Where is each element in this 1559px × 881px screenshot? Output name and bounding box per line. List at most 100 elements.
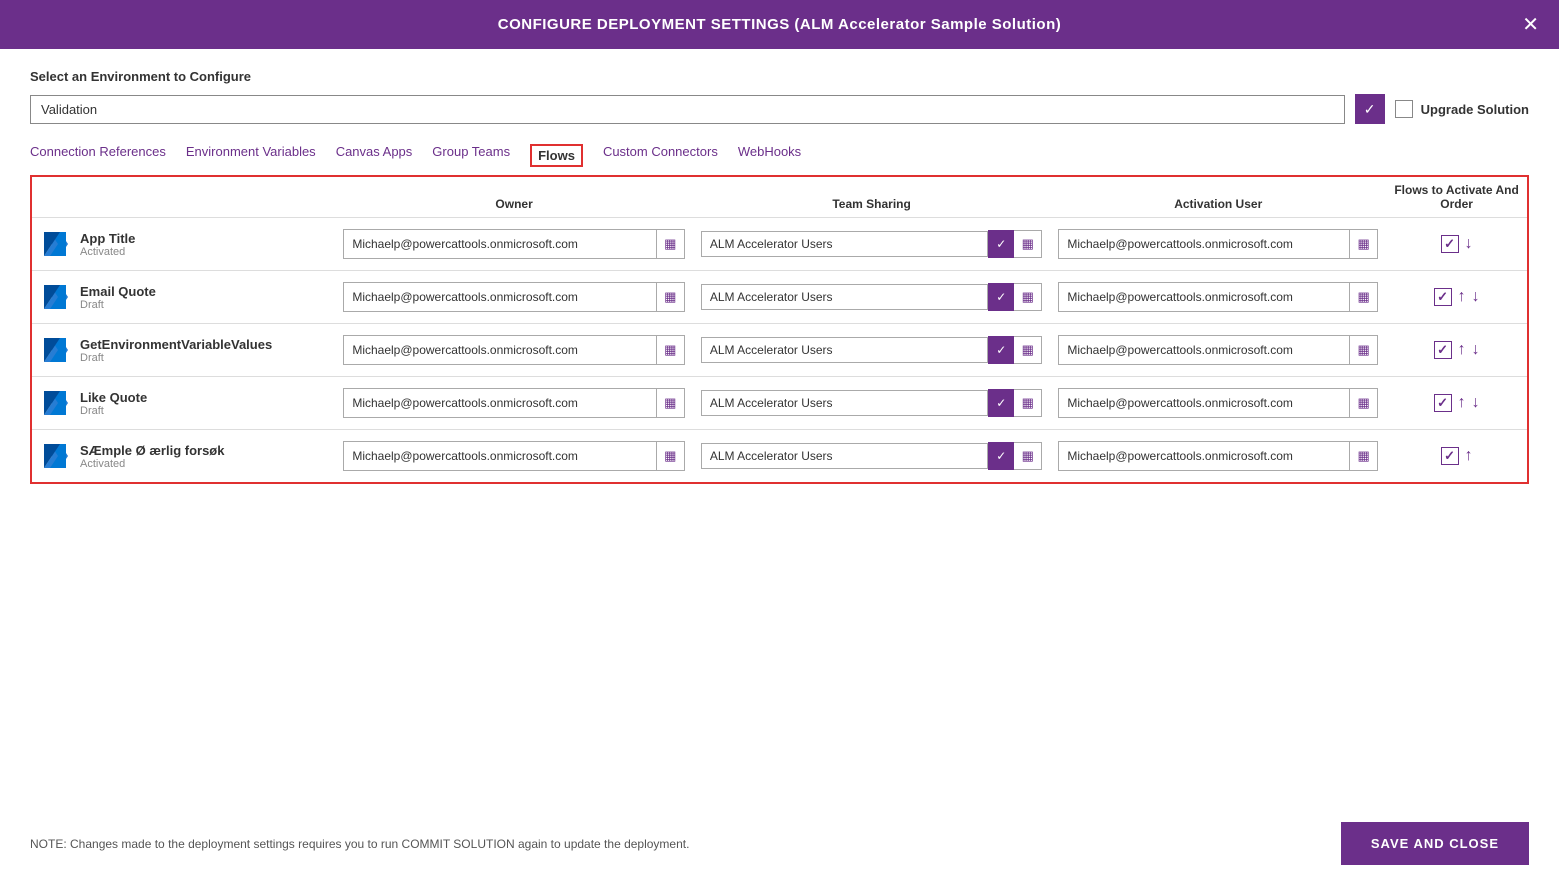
owner-input-wrap: ▦: [343, 229, 685, 259]
env-select-row: Validation ✓ Upgrade Solution: [30, 94, 1529, 124]
activation-user-input[interactable]: [1059, 232, 1349, 256]
team-copy-btn[interactable]: ▦: [1014, 442, 1042, 470]
col-header-activate-order: Flows to Activate And Order: [1386, 177, 1527, 218]
activation-copy-btn[interactable]: ▦: [1349, 283, 1377, 311]
tab-environment-variables[interactable]: Environment Variables: [186, 144, 316, 167]
move-up-btn[interactable]: ↑: [1465, 448, 1473, 464]
team-select[interactable]: ALM Accelerator Users: [701, 231, 989, 257]
activation-copy-btn[interactable]: ▦: [1349, 336, 1377, 364]
move-up-btn[interactable]: ↑: [1458, 289, 1466, 305]
activation-input-wrap: ▦: [1058, 229, 1378, 259]
tab-flows[interactable]: Flows: [530, 144, 583, 167]
activate-checkbox[interactable]: [1441, 447, 1459, 465]
team-sharing-cell: ALM Accelerator Users ✓ ▦: [693, 377, 1051, 430]
owner-copy-btn[interactable]: ▦: [656, 230, 684, 258]
activate-checkbox[interactable]: [1434, 341, 1452, 359]
team-select-arrow[interactable]: ✓: [988, 442, 1014, 470]
team-select[interactable]: ALM Accelerator Users: [701, 390, 989, 416]
team-select-arrow[interactable]: ✓: [988, 283, 1014, 311]
flow-name: GetEnvironmentVariableValues: [80, 337, 272, 352]
team-sharing-cell: ALM Accelerator Users ✓ ▦: [693, 324, 1051, 377]
flow-status: Activated: [80, 458, 224, 470]
tabs-row: Connection References Environment Variab…: [30, 144, 1529, 167]
flow-name-cell: Like Quote Draft: [32, 377, 335, 430]
table-row: Email Quote Draft ▦ ALM Accelerator User…: [32, 271, 1527, 324]
col-header-activation: Activation User: [1050, 177, 1386, 218]
owner-cell: ▦: [335, 377, 693, 430]
flow-name-cell: GetEnvironmentVariableValues Draft: [32, 324, 335, 377]
team-select[interactable]: ALM Accelerator Users: [701, 284, 989, 310]
team-select-arrow[interactable]: ✓: [988, 389, 1014, 417]
owner-cell: ▦: [335, 324, 693, 377]
team-select-arrow[interactable]: ✓: [988, 336, 1014, 364]
move-down-btn[interactable]: ↓: [1472, 395, 1480, 411]
team-copy-btn[interactable]: ▦: [1014, 230, 1042, 258]
team-select-value: ALM Accelerator Users: [710, 343, 833, 357]
activation-copy-btn[interactable]: ▦: [1349, 230, 1377, 258]
activation-user-cell: ▦: [1050, 430, 1386, 483]
move-down-btn[interactable]: ↓: [1472, 342, 1480, 358]
activation-user-cell: ▦: [1050, 324, 1386, 377]
table-row: SÆmple Ø ærlig forsøk Activated ▦ ALM Ac…: [32, 430, 1527, 483]
save-close-button[interactable]: SAVE AND CLOSE: [1341, 822, 1529, 865]
tab-webhooks[interactable]: WebHooks: [738, 144, 801, 167]
team-copy-btn[interactable]: ▦: [1014, 283, 1042, 311]
upgrade-solution-wrap: Upgrade Solution: [1395, 100, 1529, 118]
env-dropdown-arrow[interactable]: ✓: [1355, 94, 1385, 124]
activation-copy-btn[interactable]: ▦: [1349, 442, 1377, 470]
flow-name-cell: App Title Activated: [32, 218, 335, 271]
owner-copy-btn[interactable]: ▦: [656, 283, 684, 311]
team-sharing-cell: ALM Accelerator Users ✓ ▦: [693, 218, 1051, 271]
activate-checkbox[interactable]: [1434, 394, 1452, 412]
flow-name: Like Quote: [80, 390, 147, 405]
move-up-btn[interactable]: ↑: [1458, 395, 1466, 411]
environment-dropdown[interactable]: Validation: [30, 95, 1345, 124]
team-copy-btn[interactable]: ▦: [1014, 336, 1042, 364]
close-button[interactable]: ✕: [1522, 15, 1539, 35]
table-row: GetEnvironmentVariableValues Draft ▦ ALM…: [32, 324, 1527, 377]
footer-area: NOTE: Changes made to the deployment set…: [0, 806, 1559, 881]
team-select-value: ALM Accelerator Users: [710, 449, 833, 463]
owner-input[interactable]: [344, 285, 656, 309]
owner-copy-btn[interactable]: ▦: [656, 336, 684, 364]
tab-connection-references[interactable]: Connection References: [30, 144, 166, 167]
activation-user-input[interactable]: [1059, 338, 1349, 362]
move-down-btn[interactable]: ↓: [1465, 236, 1473, 252]
col-header-name: [32, 177, 335, 218]
flow-icon: [40, 334, 72, 366]
owner-input[interactable]: [344, 391, 656, 415]
owner-input[interactable]: [344, 232, 656, 256]
flow-icon: [40, 281, 72, 313]
tab-canvas-apps[interactable]: Canvas Apps: [336, 144, 413, 167]
activate-checkbox[interactable]: [1441, 235, 1459, 253]
move-down-btn[interactable]: ↓: [1472, 289, 1480, 305]
move-up-btn[interactable]: ↑: [1458, 342, 1466, 358]
activation-copy-btn[interactable]: ▦: [1349, 389, 1377, 417]
owner-cell: ▦: [335, 271, 693, 324]
order-cell: ↑ ↓: [1386, 324, 1527, 377]
activation-user-input[interactable]: [1059, 444, 1349, 468]
owner-cell: ▦: [335, 430, 693, 483]
owner-input-wrap: ▦: [343, 282, 685, 312]
team-select[interactable]: ALM Accelerator Users: [701, 337, 989, 363]
flow-status: Draft: [80, 352, 272, 364]
team-select-value: ALM Accelerator Users: [710, 396, 833, 410]
team-select-value: ALM Accelerator Users: [710, 290, 833, 304]
upgrade-solution-checkbox[interactable]: [1395, 100, 1413, 118]
team-select[interactable]: ALM Accelerator Users: [701, 443, 989, 469]
team-select-arrow[interactable]: ✓: [988, 230, 1014, 258]
activate-checkbox[interactable]: [1434, 288, 1452, 306]
tab-custom-connectors[interactable]: Custom Connectors: [603, 144, 718, 167]
env-dropdown-value: Validation: [41, 102, 97, 117]
table-row: Like Quote Draft ▦ ALM Accelerator Users…: [32, 377, 1527, 430]
owner-input[interactable]: [344, 338, 656, 362]
activation-user-input[interactable]: [1059, 285, 1349, 309]
team-copy-btn[interactable]: ▦: [1014, 389, 1042, 417]
owner-copy-btn[interactable]: ▦: [656, 442, 684, 470]
activation-input-wrap: ▦: [1058, 388, 1378, 418]
activation-user-input[interactable]: [1059, 391, 1349, 415]
owner-input[interactable]: [344, 444, 656, 468]
upgrade-solution-label: Upgrade Solution: [1421, 102, 1529, 117]
owner-copy-btn[interactable]: ▦: [656, 389, 684, 417]
tab-group-teams[interactable]: Group Teams: [432, 144, 510, 167]
